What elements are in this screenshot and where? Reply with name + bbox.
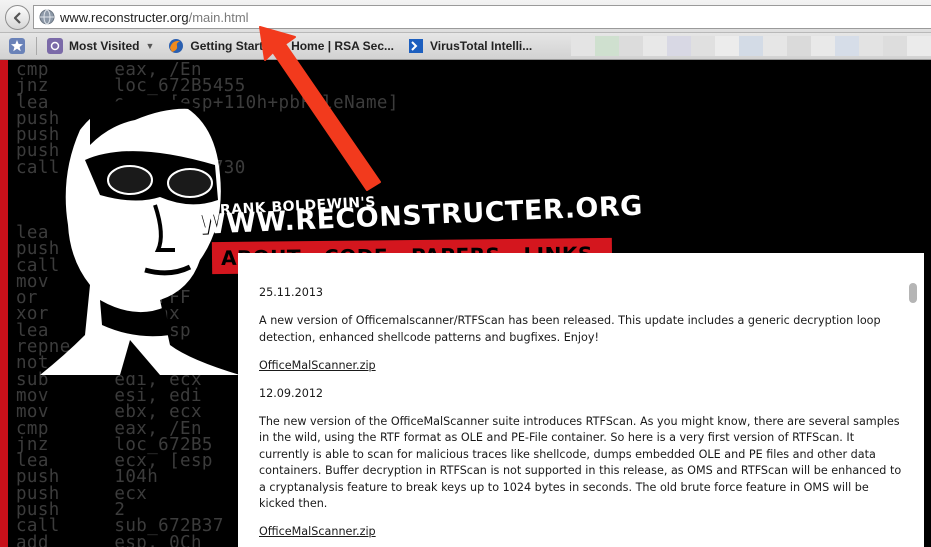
- bookmarks-separator: [36, 37, 37, 55]
- bookmarks-menu-button[interactable]: [8, 35, 26, 57]
- navigation-toolbar: www.reconstructer.org/main.html: [0, 0, 931, 33]
- firefox-icon: [168, 38, 184, 54]
- download-link[interactable]: OfficeMalScanner.zip: [259, 359, 376, 372]
- download-link[interactable]: OfficeMalScanner.zip: [259, 525, 376, 538]
- post-text: The new version of the OfficeMalScanner …: [259, 414, 902, 511]
- bookmark-rsa-home[interactable]: Home | RSA Sec...: [291, 35, 394, 57]
- post-text: A new version of Officemalscanner/RTFSca…: [259, 314, 881, 344]
- back-button[interactable]: [5, 5, 30, 30]
- red-side-strip: [0, 60, 8, 547]
- news-content: 25.11.2013 A new version of Officemalsca…: [259, 285, 904, 547]
- bookmark-label: Home | RSA Sec...: [291, 39, 395, 53]
- bookmark-most-visited[interactable]: Most Visited ▼: [47, 35, 154, 57]
- virustotal-icon: [408, 38, 424, 54]
- url-path: /main.html: [188, 9, 249, 25]
- address-bar[interactable]: www.reconstructer.org/main.html: [33, 5, 931, 29]
- scrollbar-thumb[interactable]: [909, 283, 917, 303]
- bookmarks-toolbar: Most Visited ▼ Getting Started Home | RS…: [0, 33, 931, 60]
- bookmark-getting-started[interactable]: Getting Started: [168, 35, 277, 57]
- chevron-down-icon: ▼: [145, 41, 155, 51]
- bookmark-label: Getting Started: [190, 39, 278, 53]
- redacted-bookmarks: [571, 36, 931, 56]
- url-text: www.reconstructer.org/main.html: [60, 10, 249, 25]
- back-arrow-icon: [13, 11, 21, 24]
- url-host: www.reconstructer.org: [60, 9, 189, 25]
- bookmark-label: Most Visited: [69, 39, 140, 53]
- news-panel: 25.11.2013 A new version of Officemalsca…: [238, 253, 924, 547]
- web-page: cmp eax, /En jnz loc_672B5455 lea ecx, [es…: [0, 60, 931, 547]
- bookmark-label: VirusTotal Intelli...: [430, 39, 533, 53]
- post-date: 12.09.2012: [259, 386, 324, 400]
- news-scrollbar[interactable]: [909, 283, 918, 547]
- globe-icon: [39, 9, 55, 25]
- most-visited-icon: [47, 38, 63, 54]
- bookmark-virustotal[interactable]: VirusTotal Intelli...: [408, 35, 532, 57]
- post-date: 25.11.2013: [259, 286, 324, 299]
- bookmarks-star-icon: [9, 38, 25, 54]
